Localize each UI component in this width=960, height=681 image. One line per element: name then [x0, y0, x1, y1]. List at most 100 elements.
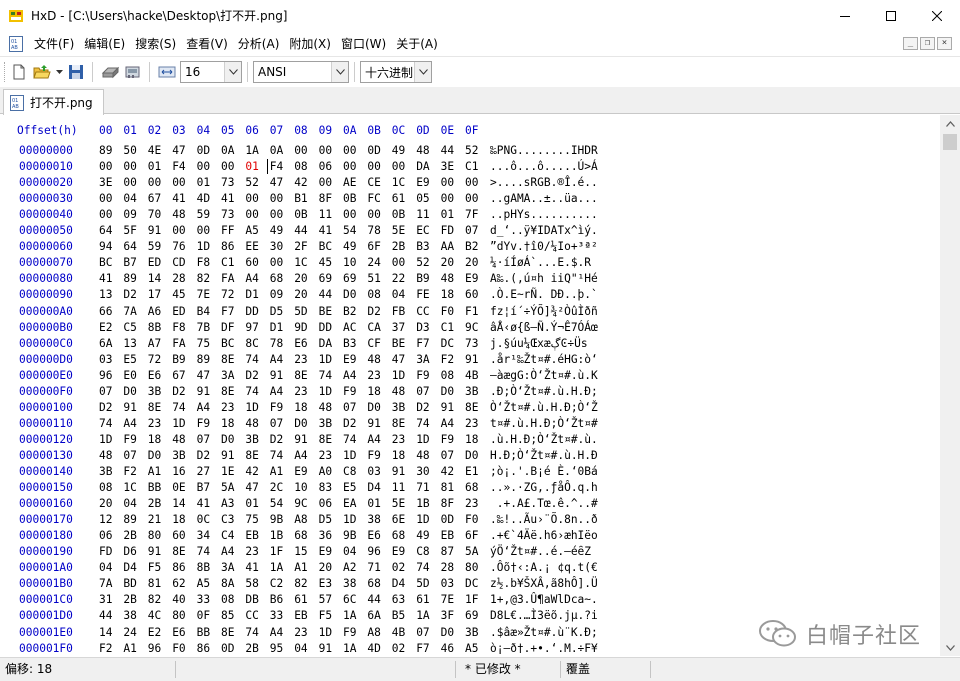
ascii-text[interactable]: ..gAMA..±..üa... [490, 191, 598, 207]
hex-byte[interactable]: 01 [197, 175, 217, 191]
hex-byte[interactable]: 13 [123, 336, 143, 352]
hex-byte[interactable]: 1C [392, 175, 412, 191]
hex-byte[interactable]: D2 [245, 368, 265, 384]
hex-byte[interactable]: 6C [343, 592, 363, 608]
hex-byte[interactable]: 91 [148, 223, 168, 239]
hex-byte[interactable]: D0 [294, 416, 314, 432]
hex-byte[interactable]: A1 [123, 641, 143, 657]
hex-byte[interactable]: 2C [270, 480, 290, 496]
hex-byte[interactable]: 74 [270, 448, 290, 464]
hex-byte[interactable]: E6 [367, 528, 387, 544]
hex-byte[interactable]: 54 [343, 223, 363, 239]
hex-byte[interactable]: 49 [416, 528, 436, 544]
hex-byte[interactable]: 00 [441, 191, 461, 207]
hex-byte[interactable]: 91 [197, 384, 217, 400]
ascii-text[interactable]: âÅ‹ø{ß—Ñ.Ý¬Ê7ÓÁœ [490, 320, 598, 336]
hex-byte[interactable]: 06 [319, 159, 339, 175]
hex-byte[interactable]: EA [343, 496, 363, 512]
hex-byte[interactable]: 18 [172, 512, 192, 528]
hex-byte[interactable]: 91 [123, 400, 143, 416]
open-file-button[interactable] [31, 61, 53, 83]
hex-byte[interactable]: CC [245, 608, 265, 624]
hex-byte[interactable]: A5 [465, 641, 485, 657]
hex-byte[interactable]: B3 [416, 239, 436, 255]
hex-byte[interactable]: 45 [172, 287, 192, 303]
hex-byte[interactable]: 82 [294, 576, 314, 592]
hex-byte[interactable]: 37 [392, 320, 412, 336]
hex-byte[interactable]: 68 [392, 528, 412, 544]
hex-byte[interactable]: E9 [343, 352, 363, 368]
hex-byte[interactable]: 04 [392, 287, 412, 303]
hex-byte[interactable]: A5 [245, 223, 265, 239]
hex-byte[interactable]: 41 [319, 223, 339, 239]
hex-byte[interactable]: 1D [319, 625, 339, 641]
ascii-text[interactable]: ò¡–ð†.+•.‘.M.÷F¥ [490, 641, 598, 657]
hex-byte[interactable]: 0B [392, 207, 412, 223]
hex-byte[interactable]: B6 [270, 592, 290, 608]
hex-byte[interactable]: 47 [197, 368, 217, 384]
hex-byte[interactable]: 8F [319, 191, 339, 207]
hex-byte[interactable]: 00 [99, 159, 119, 175]
hex-byte[interactable]: 41 [245, 560, 265, 576]
hex-byte[interactable]: 00 [123, 175, 143, 191]
hex-byte[interactable]: 08 [99, 480, 119, 496]
hex-byte[interactable]: 20 [294, 287, 314, 303]
hex-byte[interactable]: E0 [123, 368, 143, 384]
hex-byte[interactable]: EB [294, 608, 314, 624]
save-button[interactable] [65, 61, 87, 83]
hex-byte[interactable]: 00 [294, 143, 314, 159]
hex-byte[interactable]: 01 [367, 496, 387, 512]
hex-byte[interactable]: 48 [99, 448, 119, 464]
hex-byte[interactable]: 04 [99, 560, 119, 576]
hex-byte[interactable]: 00 [367, 207, 387, 223]
hex-byte[interactable]: F7 [221, 304, 241, 320]
hex-byte[interactable]: 16 [172, 464, 192, 480]
hex-byte[interactable]: 2B [123, 528, 143, 544]
hex-byte[interactable]: D0 [123, 384, 143, 400]
hex-byte[interactable]: F8 [197, 255, 217, 271]
hex-byte[interactable]: 00 [367, 159, 387, 175]
hex-byte[interactable]: A4 [270, 352, 290, 368]
hex-byte[interactable]: 30 [270, 239, 290, 255]
hex-byte[interactable]: 23 [294, 384, 314, 400]
hex-byte[interactable]: A4 [221, 544, 241, 560]
hex-byte[interactable]: A4 [123, 416, 143, 432]
hex-byte[interactable]: 3E [441, 159, 461, 175]
hex-byte[interactable]: 8E [148, 400, 168, 416]
hex-byte[interactable]: F9 [343, 625, 363, 641]
hex-byte[interactable]: 5A [221, 480, 241, 496]
hex-byte[interactable]: 2B [148, 496, 168, 512]
hex-byte[interactable]: 52 [245, 175, 265, 191]
hex-byte[interactable]: 71 [416, 480, 436, 496]
hex-byte[interactable]: E5 [343, 480, 363, 496]
hex-byte[interactable]: 38 [343, 576, 363, 592]
hex-byte[interactable]: 54 [270, 496, 290, 512]
hex-byte[interactable]: 46 [441, 641, 461, 657]
hex-byte[interactable]: CD [172, 255, 192, 271]
hex-byte[interactable]: 44 [441, 143, 461, 159]
hex-byte[interactable]: C1 [441, 320, 461, 336]
hex-editor-view[interactable]: Offset(h) 00 01 02 03 04 05 06 07 08 09 0A 0B 0C 0D 0E… [0, 115, 940, 656]
hex-byte[interactable]: 09 [270, 287, 290, 303]
hex-byte[interactable]: D2 [367, 304, 387, 320]
ascii-text[interactable]: .Ôõ†‹:A.¡ ¢q.t(€ [490, 560, 598, 576]
hex-byte[interactable]: 89 [123, 271, 143, 287]
ascii-text[interactable]: Ò‘Žt¤#.ù.H.Ð;Ò‘Ž [490, 400, 598, 416]
hex-byte[interactable]: 75 [197, 336, 217, 352]
hex-byte[interactable]: FE [416, 287, 436, 303]
hex-byte[interactable]: 23 [465, 496, 485, 512]
hex-byte[interactable]: 8E [319, 432, 339, 448]
ascii-text[interactable]: ‰PNG........IHDR [490, 143, 598, 159]
hex-byte[interactable]: D2 [99, 400, 119, 416]
hex-byte[interactable]: 0D [441, 512, 461, 528]
ascii-text[interactable]: 1+‚@3.Û¶aWlDca~. [490, 592, 598, 608]
hex-byte[interactable]: 23 [392, 432, 412, 448]
open-ram-button[interactable] [122, 61, 144, 83]
hex-byte[interactable]: 1B [270, 528, 290, 544]
hex-byte[interactable]: E2 [99, 320, 119, 336]
hex-byte[interactable]: 96 [148, 641, 168, 657]
hex-byte[interactable]: D2 [197, 448, 217, 464]
hex-byte[interactable]: 91 [148, 544, 168, 560]
hex-byte[interactable]: F9 [123, 432, 143, 448]
hex-byte[interactable]: 00 [245, 191, 265, 207]
